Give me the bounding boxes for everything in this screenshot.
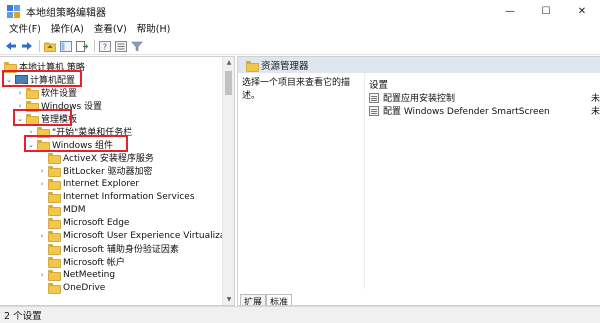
toolbar-separator: [94, 40, 95, 52]
tree-label: BitLocker 驱动器加密: [63, 167, 153, 177]
setting-row[interactable]: 配置 Windows Defender SmartScreen: [369, 104, 550, 117]
folder-icon: [48, 218, 61, 229]
tab-standard[interactable]: 标准: [266, 294, 293, 305]
tree-item-component[interactable]: Microsoft 帐户: [38, 255, 125, 268]
tab-extended[interactable]: 扩展: [240, 294, 267, 305]
caret-placeholder: [38, 281, 46, 294]
folder-icon: [48, 179, 61, 190]
folder-icon: [26, 88, 39, 99]
chevron-right-icon[interactable]: ›: [16, 86, 24, 99]
scrollbar-thumb[interactable]: [225, 71, 232, 95]
tree-item-component[interactable]: ActiveX 安装程序服务: [38, 151, 154, 164]
chevron-right-icon[interactable]: ›: [38, 268, 46, 281]
group-policy-app-icon: [7, 4, 20, 18]
tree-pane[interactable]: 本地计算机 策略 ⌄ 计算机配置 › 软件设置 › Windows 设置 ⌄ 管…: [0, 56, 235, 306]
properties-icon[interactable]: [114, 39, 128, 53]
minimize-button[interactable]: —: [492, 0, 528, 22]
details-header: 资源管理器: [238, 57, 600, 73]
toolbar: ?: [0, 38, 600, 55]
tree-label: Microsoft 辅助身份验证因素: [63, 245, 179, 255]
tree-item-component[interactable]: Microsoft Edge: [38, 216, 129, 229]
tree-item-component[interactable]: OneDrive: [38, 281, 105, 294]
folder-icon: [48, 231, 61, 242]
chevron-right-icon[interactable]: ›: [38, 177, 46, 190]
svg-text:?: ?: [103, 42, 107, 51]
folder-icon: [246, 60, 259, 72]
maximize-button[interactable]: ☐: [528, 0, 564, 22]
details-pane: 资源管理器 选择一个项目来查看它的描述。 设置 配置应用安装控制 未 配置 Wi…: [237, 56, 600, 306]
folder-icon: [48, 192, 61, 203]
scroll-up-icon[interactable]: ▲: [223, 57, 234, 68]
caret-placeholder: [38, 255, 46, 268]
tree-label: NetMeeting: [63, 269, 116, 280]
chevron-right-icon[interactable]: ›: [38, 229, 46, 242]
highlight-box-computer-config: [2, 70, 82, 87]
folder-icon: [48, 166, 61, 177]
folder-icon: [48, 205, 61, 216]
menu-help[interactable]: 帮助(H): [132, 22, 176, 38]
folder-icon: [48, 257, 61, 268]
policy-setting-icon: [369, 92, 379, 103]
window-title: 本地组策略编辑器: [26, 7, 106, 19]
setting-row[interactable]: 配置应用安装控制: [369, 91, 455, 104]
caret-placeholder: [38, 151, 46, 164]
tree-label: OneDrive: [63, 282, 106, 293]
menu-bar: 文件(F) 操作(A) 查看(V) 帮助(H): [0, 22, 600, 38]
tree-label: ActiveX 安装程序服务: [63, 154, 154, 164]
description-text: 选择一个项目来查看它的描述。: [242, 78, 351, 101]
folder-icon: [48, 283, 61, 294]
tree-item-component[interactable]: › Internet Explorer: [38, 177, 139, 190]
close-button[interactable]: ✕: [564, 0, 600, 22]
folder-icon: [48, 153, 61, 164]
details-header-title: 资源管理器: [261, 61, 309, 72]
view-tabs: 扩展 标准: [238, 293, 600, 305]
export-list-icon[interactable]: [75, 39, 89, 53]
menu-view[interactable]: 查看(V): [89, 22, 132, 38]
highlight-box-admin-templates: [13, 109, 72, 126]
tree-label: 软件设置: [41, 89, 78, 99]
up-folder-icon[interactable]: [43, 39, 57, 53]
highlight-box-windows-components: [24, 135, 128, 152]
caret-placeholder: [38, 216, 46, 229]
setting-label: 配置应用安装控制: [383, 94, 456, 104]
menu-file[interactable]: 文件(F): [4, 22, 46, 38]
caret-placeholder: [38, 190, 46, 203]
tree-item-component[interactable]: › NetMeeting: [38, 268, 115, 281]
status-text: 2 个设置: [4, 311, 42, 322]
tree-item-component[interactable]: › BitLocker 驱动器加密: [38, 164, 153, 177]
tree-item-component[interactable]: Internet Information Services: [38, 190, 195, 203]
menu-action[interactable]: 操作(A): [46, 22, 89, 38]
title-bar: 本地组策略编辑器 — ☐ ✕: [0, 0, 600, 22]
caret-placeholder: [38, 242, 46, 255]
tree-vertical-scrollbar[interactable]: ▲ ▼: [222, 57, 234, 305]
tree-label: Internet Explorer: [63, 178, 140, 189]
folder-icon: [48, 270, 61, 281]
back-arrow-icon[interactable]: [4, 39, 18, 53]
toolbar-separator: [39, 40, 40, 52]
setting-state: 未: [590, 94, 600, 104]
tree-label: Microsoft 帐户: [63, 258, 125, 268]
setting-label: 配置 Windows Defender SmartScreen: [383, 107, 550, 117]
tree-label: Internet Information Services: [63, 191, 195, 202]
settings-column-header[interactable]: 设置: [369, 77, 388, 91]
tree-label: MDM: [63, 204, 86, 215]
tree-item-component[interactable]: MDM: [38, 203, 85, 216]
column-divider: [364, 73, 365, 289]
tree-item-software-settings[interactable]: › 软件设置: [16, 86, 77, 99]
forward-arrow-icon[interactable]: [20, 39, 34, 53]
tree-item-component[interactable]: Microsoft 辅助身份验证因素: [38, 242, 179, 255]
policy-setting-icon: [369, 105, 379, 116]
caret-placeholder: [38, 203, 46, 216]
folder-icon: [48, 244, 61, 255]
filter-icon[interactable]: [130, 39, 144, 53]
scroll-down-icon[interactable]: ▼: [223, 294, 234, 305]
chevron-right-icon[interactable]: ›: [38, 164, 46, 177]
tree-label: Microsoft User Experience Virtualization: [63, 230, 235, 241]
setting-state: 未: [590, 107, 600, 117]
help-icon[interactable]: ?: [98, 39, 112, 53]
tree-label: Microsoft Edge: [63, 217, 130, 228]
tree-item-component[interactable]: › Microsoft User Experience Virtualizati…: [38, 229, 235, 242]
status-bar: 2 个设置: [0, 306, 600, 323]
show-tree-icon[interactable]: [59, 39, 73, 53]
